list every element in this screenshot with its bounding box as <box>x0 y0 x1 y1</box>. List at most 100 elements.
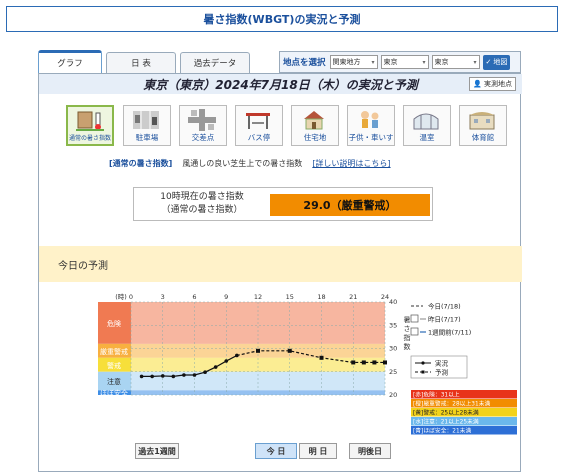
tab-past-data[interactable]: 過去データ <box>180 52 250 73</box>
line-key-label: 実況 <box>435 359 449 368</box>
prev-week-button[interactable]: 過去1週間 <box>135 443 179 459</box>
y-axis-label: さ <box>404 325 411 333</box>
category-gymnasium[interactable]: 体育館 <box>459 105 507 146</box>
line-key-forecast-dot <box>421 370 425 374</box>
legend-checkbox <box>410 314 419 323</box>
map-button[interactable]: ✓ 地図 <box>482 54 511 70</box>
x-tick-label: 24 <box>381 293 389 301</box>
day-after-button[interactable]: 明後日 <box>349 443 391 459</box>
observed-point <box>203 370 207 375</box>
level-key-text: [赤]危険：31以上 <box>413 391 460 399</box>
legend-checkbox <box>410 327 419 336</box>
observed-point <box>160 374 165 378</box>
forecast-point <box>383 360 387 365</box>
x-axis-label: (時) <box>115 293 127 301</box>
category-residential[interactable]: 住宅地 <box>291 105 339 146</box>
level-key-text: [青]ほぼ安全：21未満 <box>413 427 471 435</box>
line-key-label: 予測 <box>435 368 448 377</box>
today-forecast-header: 今日の予測 <box>39 246 522 282</box>
category-label: 子供・車いす <box>348 133 394 142</box>
prefecture-select[interactable]: 東京 ▾ <box>380 55 429 69</box>
station-button-label: 実測地点 <box>484 80 512 88</box>
current-index-value: 29.0（厳重警戒） <box>270 194 430 216</box>
y-axis-label: 数 <box>404 342 411 351</box>
station-button[interactable]: 👤 実測地点 <box>469 77 516 91</box>
x-tick-label: 15 <box>286 293 294 301</box>
page-heading: 東京（東京）2024年7月18日（木）の実況と予測 <box>39 74 522 94</box>
category-children-wheelchair[interactable]: 子供・車いす <box>347 105 395 146</box>
category-intersection[interactable]: 交差点 <box>179 105 227 146</box>
legend-check-label: 昨日(7/17) <box>428 315 461 324</box>
legend-check-label: 今日(7/18) <box>428 302 461 311</box>
x-tick-label: 3 <box>161 293 165 301</box>
map-icon: ✓ <box>485 58 492 66</box>
x-tick-label: 21 <box>349 293 357 301</box>
category-label: 通常の暑さ指数 <box>68 135 111 142</box>
today-button[interactable]: 今 日 <box>255 443 297 459</box>
station-value: 東京 <box>434 58 449 66</box>
category-description: [通常の暑さ指数] 風通しの良い芝生上での暑さ指数 [詳しい説明はこちら] <box>109 158 509 170</box>
x-tick-label: 6 <box>192 293 196 301</box>
house-icon <box>304 111 324 130</box>
x-tick-label: 0 <box>129 293 133 301</box>
y-tick-label: 35 <box>389 321 397 329</box>
parking-icon <box>133 111 159 129</box>
x-tick-label: 9 <box>224 293 228 301</box>
y-tick-label: 30 <box>389 345 397 353</box>
category-label: 住宅地 <box>303 133 327 142</box>
description-category: [通常の暑さ指数] <box>109 159 173 168</box>
category-label: 体育館 <box>471 133 495 142</box>
tab-graph[interactable]: グラフ <box>38 50 102 73</box>
bus-stop-icon <box>246 113 270 129</box>
category-label: 温室 <box>419 133 435 142</box>
observed-point <box>213 365 218 369</box>
observed-point <box>139 374 144 379</box>
level-band-label: 厳重警戒 <box>100 347 128 356</box>
x-tick-label: 18 <box>317 293 325 301</box>
category-label: 駐車場 <box>135 133 159 142</box>
station-select[interactable]: 東京 ▾ <box>431 55 480 69</box>
main-panel: 東京（東京）2024年7月18日（木）の実況と予測 👤 実測地点 通常の暑さ指数 … <box>38 73 522 472</box>
observed-point <box>192 373 197 377</box>
level-key-text: [水]注意：21以上25未満 <box>413 418 479 426</box>
category-normal[interactable]: 通常の暑さ指数 <box>66 105 114 146</box>
description-text: 風通しの良い芝生上での暑さ指数 <box>182 159 303 168</box>
region-select[interactable]: 関東地方 ▾ <box>329 55 378 69</box>
level-band-label: 警戒 <box>107 361 121 370</box>
category-label: バス停 <box>247 133 271 142</box>
prefecture-value: 東京 <box>383 58 398 66</box>
current-label-line1: 10時現在の暑さ指数 <box>160 192 244 202</box>
page-title: 暑さ指数(WBGT)の実況と予測 <box>6 6 558 32</box>
today-forecast-label: 今日の予測 <box>58 260 108 272</box>
forecast-point <box>287 348 292 353</box>
category-bus-stop[interactable]: バス停 <box>235 105 283 146</box>
chevron-down-icon: ▾ <box>473 58 477 66</box>
children-icon <box>361 111 379 128</box>
forecast-point <box>256 348 260 353</box>
tomorrow-button[interactable]: 明 日 <box>299 443 337 459</box>
region-value: 関東地方 <box>332 58 361 66</box>
y-tick-label: 20 <box>389 391 397 399</box>
observed-point <box>171 374 176 379</box>
forecast-point <box>361 360 366 365</box>
x-tick-label: 12 <box>254 293 262 301</box>
y-tick-label: 25 <box>389 368 397 376</box>
current-index-box: 10時現在の暑さ指数 （通常の暑さ指数） 29.0（厳重警戒） <box>133 187 433 221</box>
forecast-point <box>319 355 324 360</box>
greenhouse-icon <box>413 113 439 130</box>
chevron-down-icon: ▾ <box>371 58 375 66</box>
y-axis-label: 指 <box>404 333 411 342</box>
forecast-point <box>351 360 356 365</box>
level-key-text: [橙]厳重警戒：28以上31未満 <box>413 400 490 408</box>
chevron-down-icon: ▾ <box>422 58 426 66</box>
forecast-point <box>372 360 377 365</box>
description-link[interactable]: [詳しい説明はこちら] <box>312 158 390 170</box>
tab-daily-table[interactable]: 日 表 <box>106 52 176 73</box>
map-button-label: 地図 <box>493 58 508 66</box>
category-greenhouse[interactable]: 温室 <box>403 105 451 146</box>
observed-point <box>150 374 154 379</box>
line-key-observed-dot <box>421 361 425 365</box>
category-label: 交差点 <box>191 133 215 142</box>
current-label-line2: （通常の暑さ指数） <box>161 205 243 215</box>
category-parking[interactable]: 駐車場 <box>123 105 171 146</box>
